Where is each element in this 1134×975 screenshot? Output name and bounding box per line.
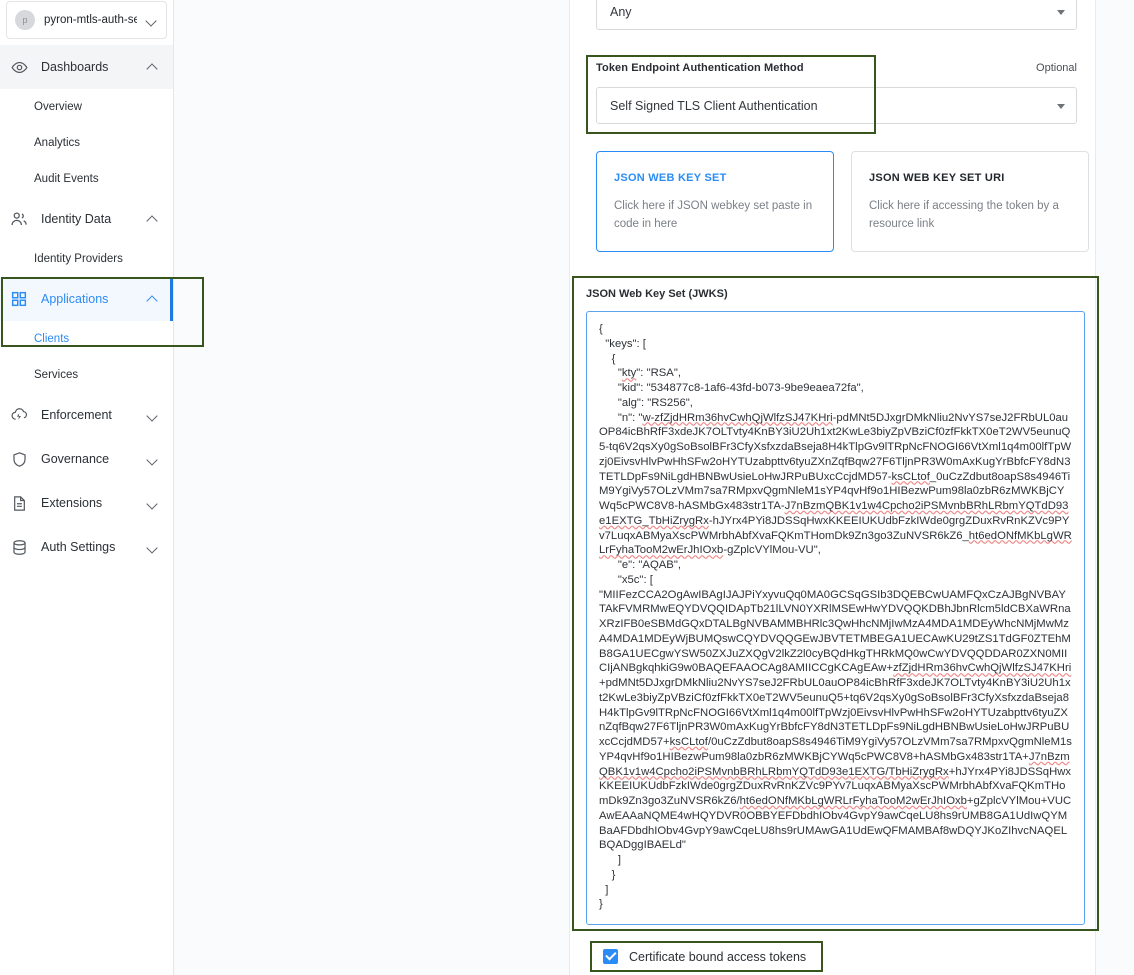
app-window: p pyron-mtls-auth-ser... Dashboards Over… [0, 0, 1134, 975]
sidebar-item-extensions[interactable]: Extensions [0, 481, 173, 525]
chevron-up-icon[interactable] [147, 213, 159, 225]
card-description: Click here if JSON webkey set paste in c… [614, 197, 816, 233]
card-description: Click here if accessing the token by a r… [869, 197, 1071, 233]
sidebar-item-analytics[interactable]: Analytics [0, 125, 173, 161]
caret-down-icon[interactable] [1057, 10, 1065, 15]
chevron-up-icon[interactable] [147, 293, 159, 305]
avatar: p [15, 10, 35, 30]
sidebar-item-label: Governance [41, 452, 147, 466]
eye-icon [8, 56, 30, 78]
chevron-down-icon[interactable] [147, 453, 159, 465]
certificate-bound-label: Certificate bound access tokens [629, 950, 806, 964]
sidebar-item-label: Identity Data [41, 212, 147, 226]
sidebar-child-label: Clients [34, 333, 69, 345]
users-icon [8, 208, 30, 230]
sidebar-item-enforcement[interactable]: Enforcement [0, 393, 173, 437]
sidebar-item-label: Enforcement [41, 408, 147, 422]
content-background-pane [174, 0, 570, 975]
chevron-down-icon[interactable] [147, 541, 159, 553]
org-name: pyron-mtls-auth-ser... [44, 14, 137, 26]
subject-type-select[interactable]: Any [596, 0, 1077, 30]
certificate-bound-row: Certificate bound access tokens [590, 941, 823, 972]
chevron-up-icon[interactable] [147, 61, 159, 73]
card-json-web-key-set[interactable]: JSON WEB KEY SET Click here if JSON webk… [596, 151, 834, 252]
key-source-card-group: JSON WEB KEY SET Click here if JSON webk… [596, 151, 1089, 252]
select-value: Self Signed TLS Client Authentication [610, 99, 818, 113]
sidebar-item-clients[interactable]: Clients [0, 321, 173, 357]
sidebar-item-identity-providers[interactable]: Identity Providers [0, 241, 173, 277]
org-switcher[interactable]: p pyron-mtls-auth-ser... [6, 1, 167, 39]
jwks-textarea[interactable]: { "keys": [ { "kty": "RSA", "kid": "5348… [586, 311, 1085, 925]
sidebar-item-label: Dashboards [41, 60, 147, 74]
sidebar-child-label: Audit Events [34, 173, 99, 185]
sidebar-child-label: Identity Providers [34, 253, 123, 265]
token-endpoint-auth-select[interactable]: Self Signed TLS Client Authentication [596, 87, 1077, 124]
sidebar-child-label: Analytics [34, 137, 80, 149]
sidebar-item-auth-settings[interactable]: Auth Settings [0, 525, 173, 569]
certificate-bound-checkbox[interactable] [603, 949, 618, 964]
sidebar-item-audit-events[interactable]: Audit Events [0, 161, 173, 197]
chevron-down-icon[interactable] [147, 409, 159, 421]
card-title: JSON WEB KEY SET [614, 172, 816, 184]
sidebar-item-label: Applications [41, 292, 147, 306]
sidebar-nav: Dashboards Overview Analytics Audit Even… [0, 45, 173, 569]
sidebar-item-label: Auth Settings [41, 540, 147, 554]
client-settings-form: Any Token Endpoint Authentication Method… [570, 0, 1095, 975]
optional-tag: Optional [1036, 62, 1077, 74]
jwks-value[interactable]: { "keys": [ { "kty": "RSA", "kid": "5348… [599, 322, 1072, 912]
sidebar: p pyron-mtls-auth-ser... Dashboards Over… [0, 0, 174, 975]
card-title: JSON WEB KEY SET URI [869, 172, 1071, 184]
bolt-cloud-icon [8, 404, 30, 426]
sidebar-child-label: Services [34, 369, 78, 381]
sidebar-child-label: Overview [34, 101, 82, 113]
jwks-section: JSON Web Key Set (JWKS) { "keys": [ { "k… [572, 276, 1099, 931]
sidebar-item-services[interactable]: Services [0, 357, 173, 393]
sidebar-item-governance[interactable]: Governance [0, 437, 173, 481]
document-icon [8, 492, 30, 514]
select-value: Any [610, 5, 632, 19]
caret-down-icon[interactable] [1057, 104, 1065, 109]
shield-icon [8, 448, 30, 470]
sidebar-item-applications[interactable]: Applications [0, 277, 173, 321]
grid-icon [8, 288, 30, 310]
database-icon [8, 536, 30, 558]
sidebar-item-label: Extensions [41, 496, 147, 510]
jwks-label: JSON Web Key Set (JWKS) [586, 288, 1085, 300]
card-json-web-key-set-uri[interactable]: JSON WEB KEY SET URI Click here if acces… [851, 151, 1089, 252]
sidebar-item-dashboards[interactable]: Dashboards [0, 45, 173, 89]
chevron-down-icon[interactable] [146, 14, 158, 26]
token-endpoint-auth-label: Token Endpoint Authentication Method [596, 62, 804, 74]
right-rail [1095, 0, 1134, 975]
chevron-down-icon[interactable] [147, 497, 159, 509]
sidebar-item-overview[interactable]: Overview [0, 89, 173, 125]
sidebar-item-identity-data[interactable]: Identity Data [0, 197, 173, 241]
